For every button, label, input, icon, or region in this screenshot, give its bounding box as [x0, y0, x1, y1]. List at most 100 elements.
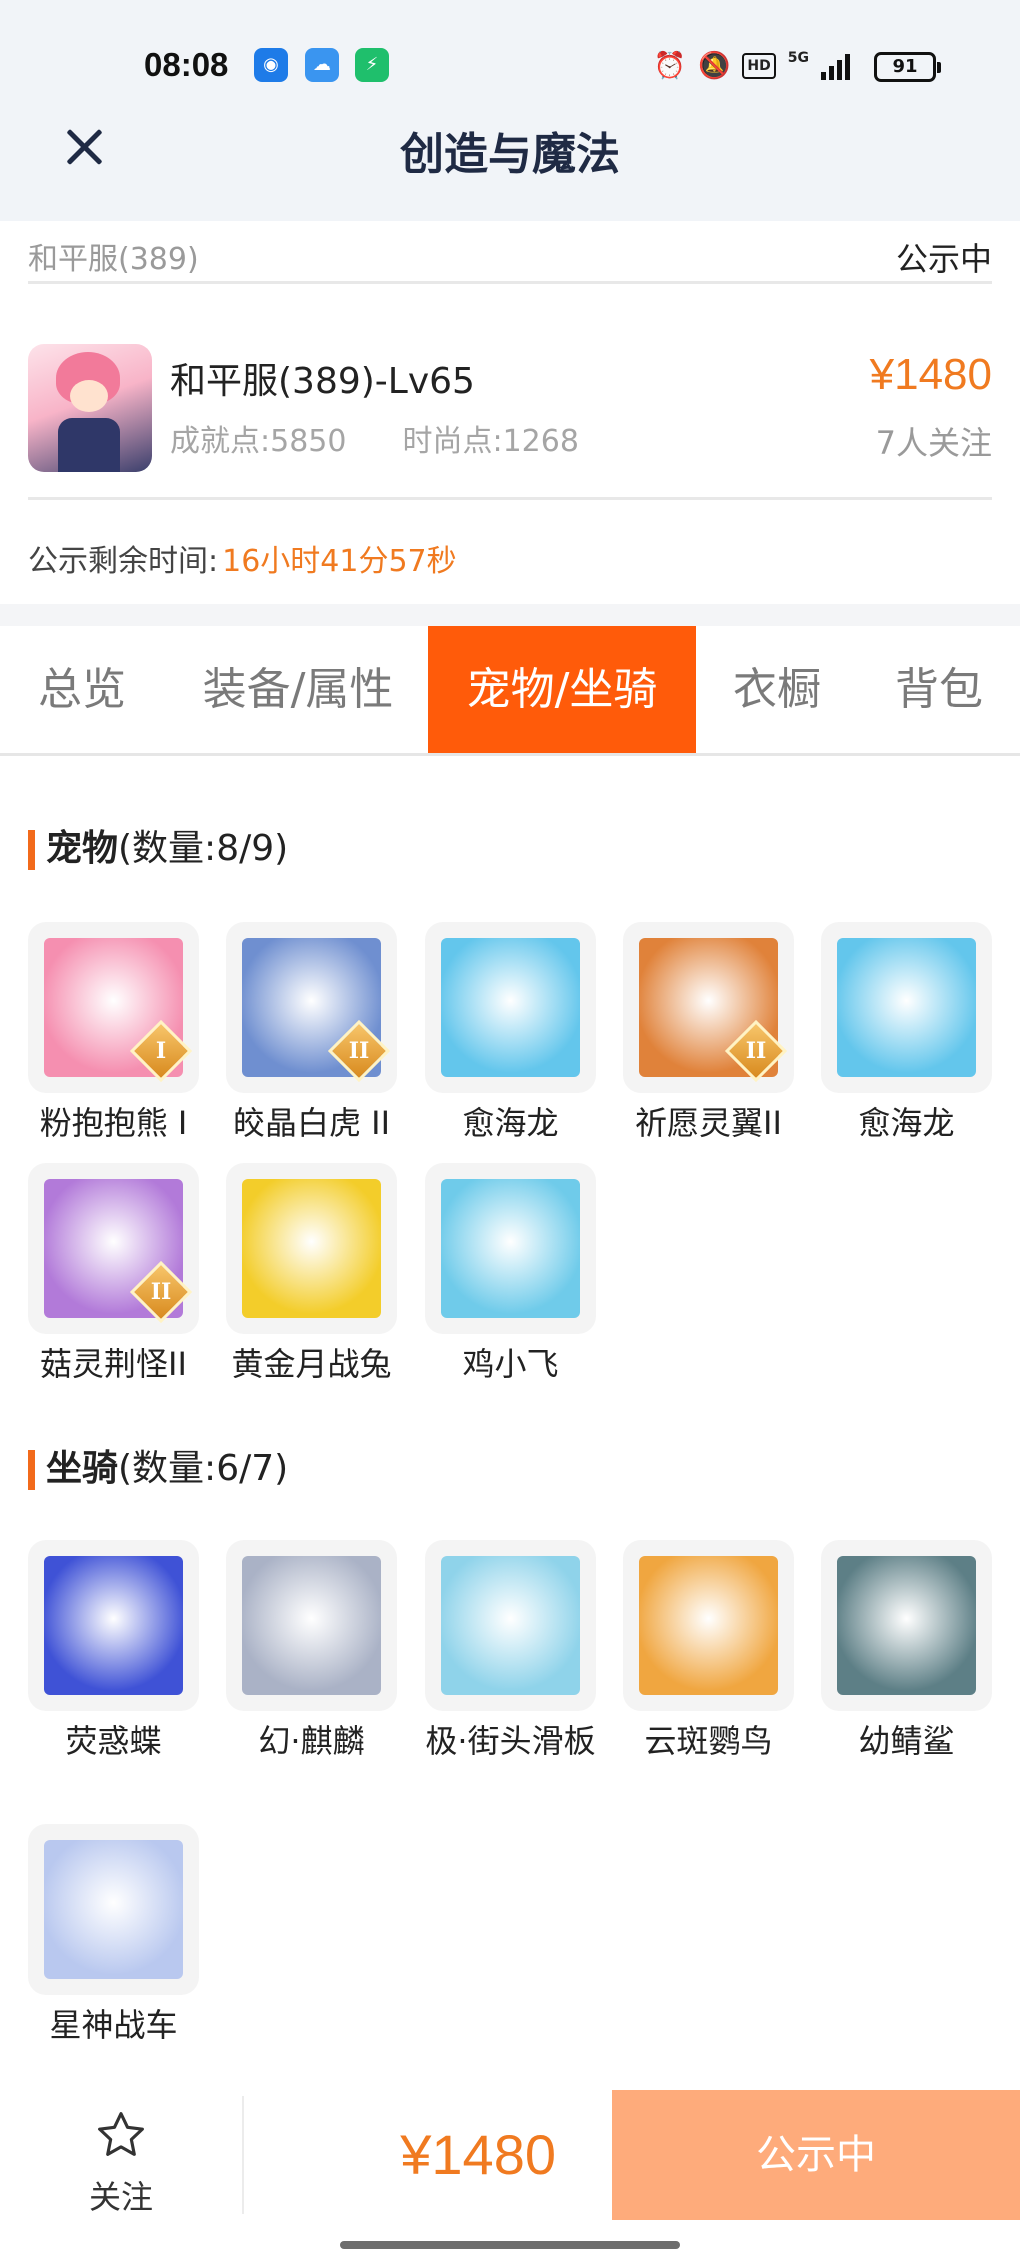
tab-bar: 总览 装备/属性 宠物/坐骑 衣橱 背包 [0, 626, 1020, 756]
pet-art [441, 938, 580, 1077]
pet-image: II [226, 922, 397, 1093]
follower-count: 7人关注 [875, 424, 992, 462]
mount-image [28, 1540, 199, 1711]
server-name: 和平服(389) [28, 242, 199, 277]
mount-art [242, 1556, 381, 1695]
pet-name: 皎晶白虎 II [232, 1104, 391, 1142]
fashion-points: 时尚点:1268 [402, 424, 579, 459]
mount-card[interactable]: 星神战车 [28, 1824, 199, 2047]
mount-name: 幼鲭鲨 [858, 1722, 955, 1760]
mount-card[interactable]: 云斑鹦鸟 [623, 1540, 794, 1763]
countdown-value: 16小时41分57秒 [222, 544, 457, 579]
pet-name: 黄金月战兔 [231, 1345, 392, 1383]
system-icons: ⏰ 🔕 HD 5G [654, 48, 850, 84]
tab-wardrobe[interactable]: 衣橱 [716, 626, 838, 753]
mount-card[interactable]: 幻·麒麟 [226, 1540, 397, 1763]
mount-name: 荧惑蝶 [65, 1722, 162, 1760]
pet-image [425, 922, 596, 1093]
tab-pets-mounts[interactable]: 宠物/坐骑 [428, 626, 696, 753]
pets-title: 宠物 [46, 828, 119, 869]
mount-card[interactable]: 极·街头滑板 [425, 1540, 596, 1763]
app-notification-icon: ◉ [254, 48, 288, 82]
top-area: 08:08 ◉ ☁ ⚡ ⏰ 🔕 HD 5G 91 创造与魔法 [0, 0, 1020, 221]
mount-art [441, 1556, 580, 1695]
bottom-bar: 关注 ¥1480 公示中 [0, 2090, 1020, 2220]
pet-art [837, 938, 976, 1077]
mount-image [623, 1540, 794, 1711]
mount-art [44, 1556, 183, 1695]
mount-image [28, 1824, 199, 1995]
pet-name: 粉抱抱熊 I [39, 1104, 188, 1142]
charging-app-icon: ⚡ [355, 48, 389, 82]
pet-name: 祈愿灵翼II [635, 1104, 782, 1142]
mount-art [837, 1556, 976, 1695]
avatar [28, 344, 152, 472]
pets-grid: I 粉抱抱熊 I II 皎晶白虎 II 愈海龙 II 祈愿灵翼II 愈海龙 II… [28, 922, 992, 1383]
mount-card[interactable]: 荧惑蝶 [28, 1540, 199, 1763]
pet-card[interactable]: II 皎晶白虎 II [226, 922, 397, 1145]
pet-image [425, 1163, 596, 1334]
achievement-points: 成就点:5850 [170, 424, 347, 459]
role-stats: 成就点:5850 时尚点:1268 [170, 416, 579, 460]
pet-card[interactable]: 愈海龙 [425, 922, 596, 1145]
divider [0, 604, 1020, 626]
pet-card[interactable]: II 祈愿灵翼II [623, 922, 794, 1145]
pet-name: 愈海龙 [858, 1104, 955, 1142]
pet-image: II [623, 922, 794, 1093]
pets-count: (数量:8/9) [118, 828, 289, 869]
role-price: ¥1480 [869, 350, 992, 399]
pet-card[interactable]: II 菇灵荆怪II [28, 1163, 199, 1386]
mounts-grid: 荧惑蝶 幻·麒麟 极·街头滑板 云斑鹦鸟 幼鲭鲨 星神战车 [28, 1540, 992, 2044]
pet-card[interactable]: 鸡小飞 [425, 1163, 596, 1386]
pets-section-title: 宠物(数量:8/9) [28, 826, 288, 872]
pet-image [226, 1163, 397, 1334]
home-indicator[interactable] [340, 2241, 680, 2249]
pet-card[interactable]: 黄金月战兔 [226, 1163, 397, 1386]
mounts-title: 坐骑 [46, 1448, 119, 1489]
role-name: 和平服(389)-Lv65 [170, 361, 475, 402]
countdown: 公示剩余时间: 16小时41分57秒 [28, 536, 457, 580]
mounts-count: (数量:6/7) [118, 1448, 289, 1489]
status-bar: 08:08 ◉ ☁ ⚡ ⏰ 🔕 HD 5G 91 [0, 34, 1020, 104]
follow-button[interactable]: 关注 [0, 2090, 242, 2220]
pet-art [441, 1179, 580, 1318]
page-title: 创造与魔法 [400, 129, 620, 180]
mount-image [226, 1540, 397, 1711]
battery-icon: 91 [874, 52, 941, 82]
mount-card[interactable]: 幼鲭鲨 [821, 1540, 992, 1763]
hd-icon: HD [742, 53, 776, 79]
pet-name: 鸡小飞 [462, 1345, 559, 1383]
tab-backpack[interactable]: 背包 [878, 626, 1000, 753]
mount-art [44, 1840, 183, 1979]
mount-name: 星神战车 [49, 2006, 178, 2044]
mute-icon: 🔕 [698, 51, 731, 81]
bottom-price: ¥1480 [400, 2123, 556, 2186]
public-status-button[interactable]: 公示中 [612, 2090, 1020, 2220]
star-icon [98, 2112, 144, 2156]
signal-icon [821, 52, 850, 80]
mount-name: 幻·麒麟 [258, 1722, 365, 1760]
pet-image: II [28, 1163, 199, 1334]
follow-label: 关注 [88, 2178, 153, 2216]
pet-name: 愈海龙 [462, 1104, 559, 1142]
tab-overview[interactable]: 总览 [22, 626, 142, 753]
pet-card[interactable]: 愈海龙 [821, 922, 992, 1145]
status-badge: 公示中 [895, 240, 992, 278]
countdown-label: 公示剩余时间: [28, 544, 219, 579]
pet-name: 菇灵荆怪II [40, 1345, 187, 1383]
server-row: 和平服(389) 公示中 [28, 228, 992, 284]
weather-icon: ☁ [305, 48, 339, 82]
mount-name: 云斑鹦鸟 [644, 1722, 773, 1760]
mount-image [821, 1540, 992, 1711]
pet-art [242, 1179, 381, 1318]
alarm-icon: ⏰ [653, 51, 687, 81]
mount-art [639, 1556, 778, 1695]
role-summary[interactable]: 和平服(389)-Lv65 成就点:5850 时尚点:1268 ¥1480 7人… [28, 340, 992, 500]
pet-card[interactable]: I 粉抱抱熊 I [28, 922, 199, 1145]
mount-name: 极·街头滑板 [425, 1722, 596, 1760]
pet-image [821, 922, 992, 1093]
pet-image: I [28, 922, 199, 1093]
network-type: 5G [787, 50, 809, 66]
tab-equipment[interactable]: 装备/属性 [184, 626, 412, 753]
status-time: 08:08 [144, 46, 229, 83]
